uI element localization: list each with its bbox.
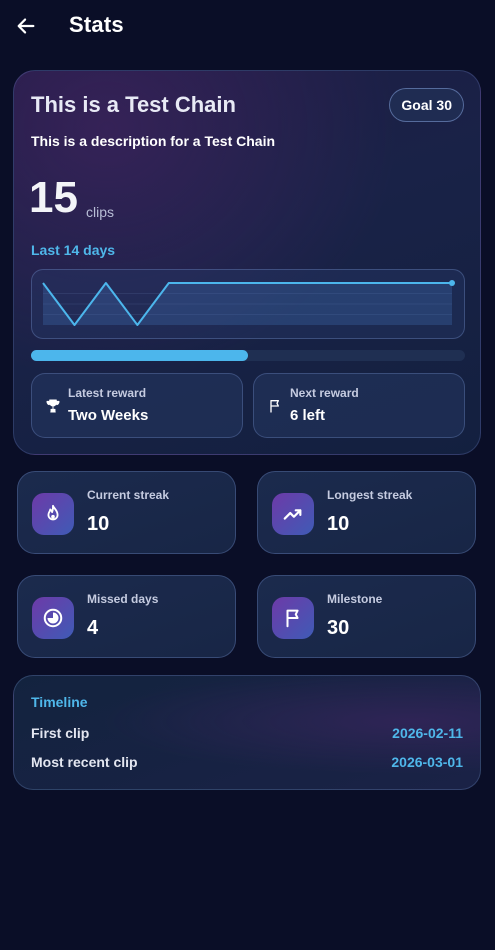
timeline-row-value: 2026-02-11 <box>392 725 463 741</box>
stats-screen: Stats This is a Test Chain Goal 30 This … <box>0 0 495 950</box>
latest-reward-card: Latest reward Two Weeks <box>31 373 243 438</box>
goal-progress-bar <box>31 350 465 361</box>
latest-reward-label: Latest reward <box>68 386 147 400</box>
clip-count-unit: clips <box>86 204 115 220</box>
next-reward-value: 6 left <box>290 407 326 424</box>
current-streak-icon-box <box>32 493 74 535</box>
stat-label: Longest streak <box>327 488 413 502</box>
chain-summary-card: This is a Test Chain Goal 30 This is a d… <box>13 70 481 455</box>
milestone-icon-box <box>272 597 314 639</box>
timeline-row-label: First clip <box>31 725 90 741</box>
longest-streak-icon-box <box>272 493 314 535</box>
goal-progress-fill <box>31 350 248 361</box>
arrow-left-icon <box>17 18 35 34</box>
milestone-card: Milestone 30 <box>257 575 476 658</box>
trophy-icon <box>46 399 60 413</box>
pie-chart-icon <box>43 608 63 628</box>
next-reward-card: Next reward 6 left <box>253 373 465 438</box>
activity-chart <box>31 269 465 339</box>
back-button[interactable] <box>12 12 40 40</box>
stat-label: Missed days <box>87 592 159 606</box>
chain-title: This is a Test Chain <box>31 92 236 117</box>
flag-icon <box>286 609 299 628</box>
top-app-bar: Stats <box>0 0 495 52</box>
chart-point <box>449 280 455 286</box>
chart-range-label: Last 14 days <box>31 242 116 258</box>
next-reward-label: Next reward <box>290 386 359 400</box>
clip-count: 15 <box>29 173 78 222</box>
stat-value: 10 <box>87 513 110 535</box>
timeline-title: Timeline <box>31 694 88 710</box>
timeline-card: Timeline First clip 2026-02-11 Most rece… <box>13 675 481 790</box>
goal-badge: Goal 30 <box>389 88 464 122</box>
stat-value: 10 <box>327 513 350 535</box>
latest-reward-value: Two Weeks <box>68 407 149 424</box>
chain-description: This is a description for a Test Chain <box>31 133 276 149</box>
stat-label: Current streak <box>87 488 170 502</box>
trending-up-icon <box>283 509 302 520</box>
timeline-row-value: 2026-03-01 <box>391 754 463 770</box>
flag-icon <box>270 400 279 413</box>
missed-days-card: Missed days 4 <box>17 575 236 658</box>
longest-streak-card: Longest streak 10 <box>257 471 476 554</box>
page-title: Stats <box>69 12 124 37</box>
chart-area-fill <box>43 283 452 325</box>
flame-icon <box>47 504 59 521</box>
stat-value: 4 <box>87 617 99 639</box>
stat-label: Milestone <box>327 592 383 606</box>
timeline-row-label: Most recent clip <box>31 754 138 770</box>
missed-days-icon-box <box>32 597 74 639</box>
current-streak-card: Current streak 10 <box>17 471 236 554</box>
stat-value: 30 <box>327 617 350 639</box>
